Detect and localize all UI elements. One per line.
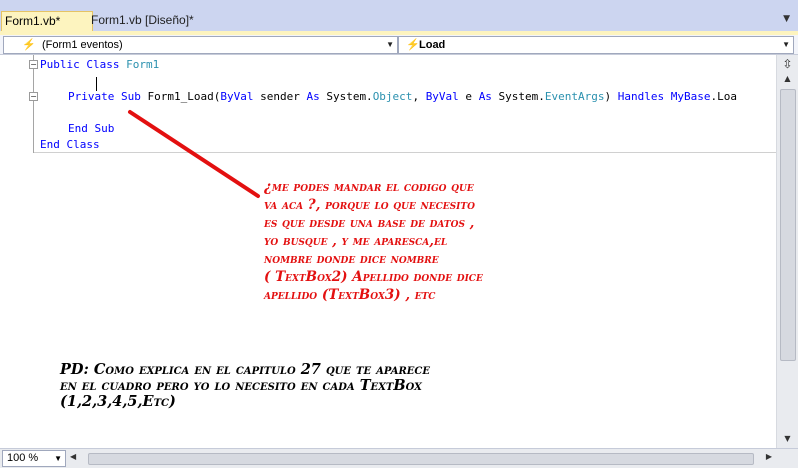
annotation-question: ¿me podes mandar el codigo que va aca ?,… — [264, 178, 624, 304]
annotation-line: (1,2,3,4,5,Etc) — [60, 393, 176, 410]
annotation-line: nombre donde dice nombre — [264, 251, 439, 267]
annotation-line: yo busque , y me aparesca,el — [264, 233, 448, 249]
annotation-line: ( TextBox2) Apellido donde dice — [264, 269, 483, 285]
arrow-line — [128, 110, 260, 198]
annotation-line: PD: Como explica en el capitulo 27 que t… — [60, 361, 430, 378]
annotation-line: en el cuadro pero yo lo necesito en cada… — [60, 377, 422, 394]
annotation-postscript: PD: Como explica en el capitulo 27 que t… — [60, 362, 580, 410]
annotation-line: va aca ?, porque lo que necesito — [264, 197, 475, 213]
annotation-line: ¿me podes mandar el codigo que — [264, 179, 474, 195]
annotation-line: apellido (TextBox3) , etc — [264, 287, 436, 303]
annotation-line: es que desde una base de datos , — [264, 215, 475, 231]
